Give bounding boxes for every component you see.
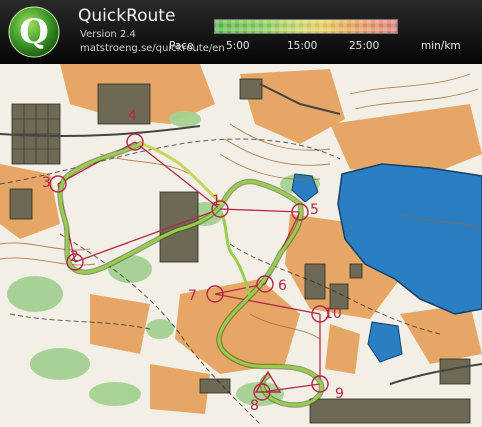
orienteering-map[interactable]: 1 2 3 4 5 6 7 8 9 10 [0,64,482,427]
pace-tick-5: 5:00 [226,40,250,52]
app-title: QuickRoute [78,6,176,26]
pace-tick-25: 25:00 [349,40,380,52]
control-8-label: 8 [250,398,259,414]
control-2-label: 2 [70,249,79,265]
logo-letter: Q [19,12,49,52]
control-9-label: 9 [335,386,344,402]
control-4-label: 4 [128,108,137,124]
control-7-label: 7 [188,288,197,304]
pace-tick-15: 15:00 [287,40,318,52]
control-5-label: 5 [310,202,319,218]
control-3-label: 3 [42,175,51,191]
control-1-label: 1 [212,193,221,209]
app-version: Version 2.4 [80,29,136,40]
control-10-label: 10 [324,306,342,322]
pace-unit: min/km [421,40,461,52]
pace-color-scale [214,19,398,34]
app-header: Q QuickRoute Version 2.4 matstroeng.se/q… [0,0,482,64]
pace-label: Pace [169,40,194,52]
app-url: matstroeng.se/quickroute/en [80,43,225,54]
control-6-label: 6 [278,278,287,294]
quickroute-logo-icon: Q [8,6,60,58]
